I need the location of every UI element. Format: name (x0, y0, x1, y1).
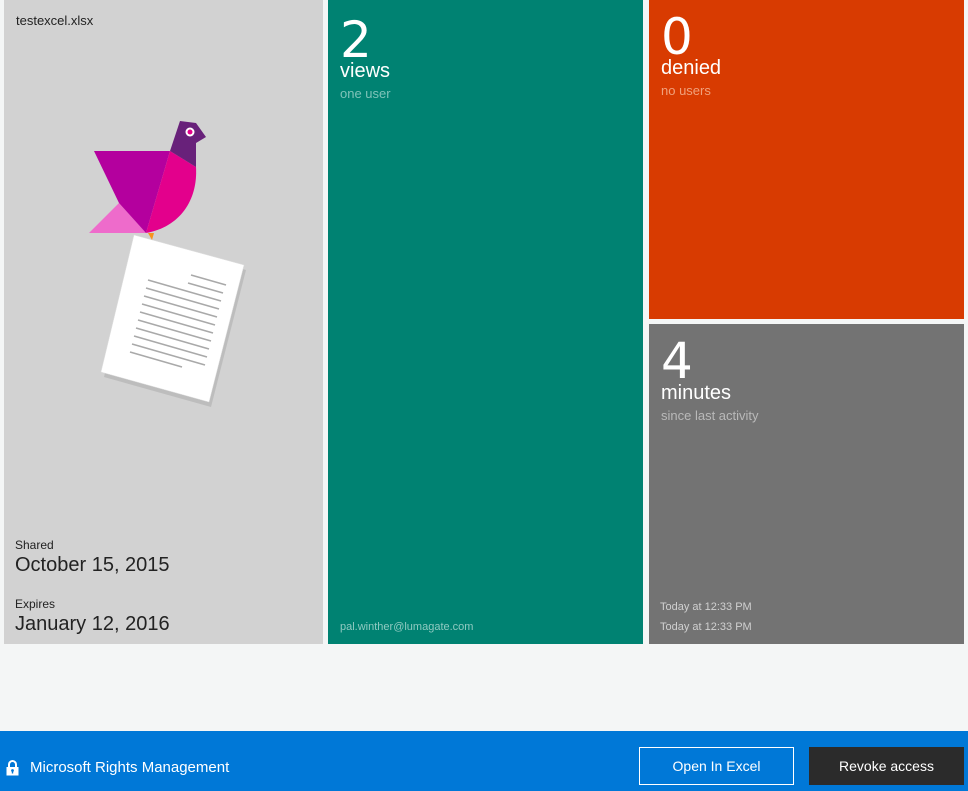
file-tile: testexcel.xlsx Shared October 15, 2015 E… (4, 0, 323, 644)
activity-entry: Today at 12:33 PM (660, 621, 752, 633)
denied-count: 0 (661, 8, 693, 66)
activity-entry: Today at 12:33 PM (660, 601, 752, 613)
brand-label: Microsoft Rights Management (30, 759, 230, 776)
views-tile[interactable]: 2 views one user pal.winther@lumagate.co… (328, 0, 643, 644)
shared-label: Shared (15, 538, 54, 552)
open-in-excel-button[interactable]: Open In Excel (639, 747, 794, 785)
bottom-bar: Microsoft Rights Management Open In Exce… (0, 731, 968, 791)
rights-management-page: testexcel.xlsx Shared October 15, 2015 E… (0, 0, 968, 791)
lock-icon (6, 759, 19, 775)
views-sub: one user (340, 86, 391, 101)
revoke-access-button[interactable]: Revoke access (809, 747, 964, 785)
views-label: views (340, 60, 391, 82)
denied-label: denied (661, 57, 722, 79)
denied-sub: no users (661, 83, 711, 98)
shared-date: October 15, 2015 (15, 554, 170, 576)
brand: Microsoft Rights Management (6, 759, 229, 776)
file-name: testexcel.xlsx (16, 13, 94, 28)
viewer-email[interactable]: pal.winther@lumagate.com (340, 621, 473, 633)
minutes-count: 4 (661, 332, 693, 390)
views-count: 2 (340, 11, 372, 69)
denied-tile[interactable]: 0 denied no users (649, 0, 964, 319)
bird-document-illustration (89, 121, 246, 407)
minutes-tile[interactable]: 4 minutes since last activity Today at 1… (649, 324, 964, 644)
minutes-sub: since last activity (661, 408, 759, 423)
expires-label: Expires (15, 597, 56, 611)
expires-date: January 12, 2016 (15, 613, 170, 635)
minutes-label: minutes (661, 382, 732, 404)
